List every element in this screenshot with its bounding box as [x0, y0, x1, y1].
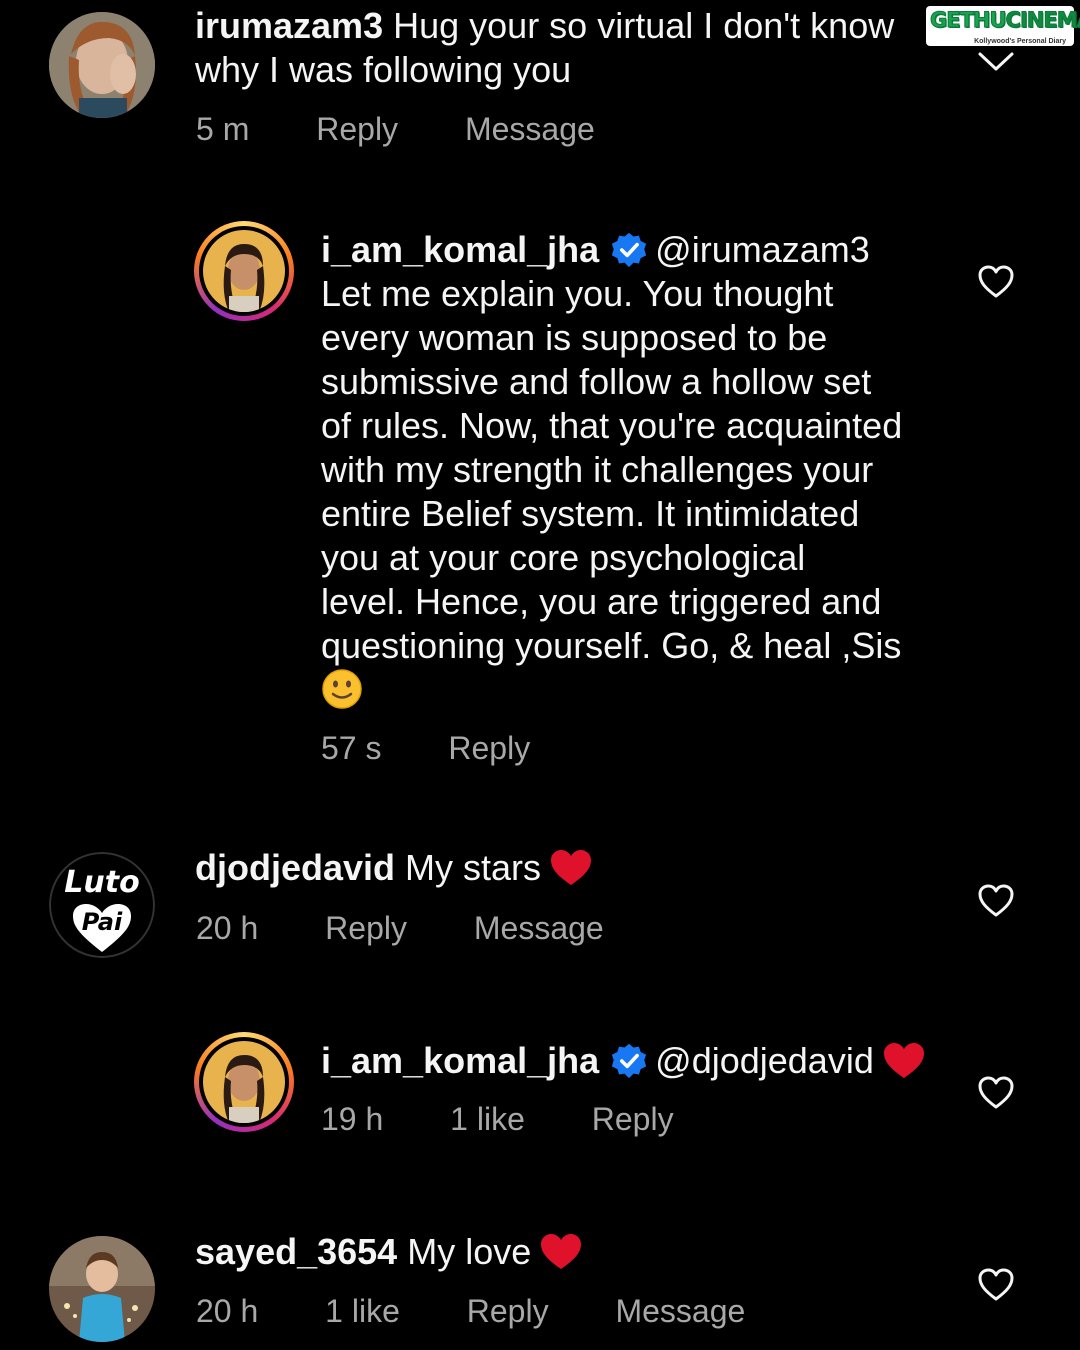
avatar-text-bottom: Pai	[82, 908, 123, 936]
mention-link[interactable]: @djodjedavid	[655, 1040, 874, 1081]
comment-username[interactable]: sayed_3654	[195, 1231, 397, 1272]
message-button[interactable]: Message	[465, 111, 595, 148]
heart-outline-icon[interactable]	[977, 883, 1015, 919]
comment-time: 20 h	[196, 1293, 259, 1329]
reply-button[interactable]: Reply	[448, 730, 530, 767]
reply-time: 19 h	[321, 1101, 384, 1137]
reply-line: every woman is supposed to be	[321, 317, 828, 358]
reply-line: of rules. Now, that you're acquainted	[321, 405, 903, 446]
comment-text: Hug your so virtual I don't know	[393, 5, 895, 46]
comment-body: irumazam3 Hug your so virtual I don't kn…	[195, 4, 935, 92]
reply-line: with my strength it challenges your	[321, 449, 874, 490]
likes-count[interactable]: 1 like	[325, 1293, 400, 1330]
slightly-smiling-face-icon	[322, 669, 362, 709]
reply-line: questioning yourself. Go, & heal ,Sis	[321, 625, 902, 666]
reply-line: you at your core psychological	[321, 537, 806, 578]
comment-time: 5 m	[196, 111, 250, 147]
reply-body: i_am_komal_jha @irumazam3 Let me explain…	[321, 228, 961, 714]
heart-outline-icon[interactable]	[977, 1267, 1015, 1303]
reply-button[interactable]: Reply	[325, 910, 407, 947]
avatar[interactable]	[49, 12, 155, 118]
gethucinema-watermark: GETHUCINEMA Kollywood's Personal Diary	[926, 6, 1080, 46]
reply-meta: 57 s Reply	[321, 730, 588, 767]
chevron-down-icon[interactable]	[977, 44, 1015, 74]
reply-line: entire Belief system. It intimidated	[321, 493, 860, 534]
avatar[interactable]: Luto Pai	[49, 852, 155, 958]
comment-body: sayed_3654 My love	[195, 1230, 935, 1274]
reply-line: Let me explain you. You thought	[321, 273, 834, 314]
comment-meta: 20 h 1 like Reply Message	[196, 1293, 803, 1330]
reply-username[interactable]: i_am_komal_jha	[321, 229, 599, 270]
reply-line: level. Hence, you are triggered and	[321, 581, 882, 622]
red-heart-icon	[541, 1234, 582, 1269]
verified-badge-icon	[612, 1043, 647, 1079]
avatar-text-top: Luto	[64, 865, 139, 900]
reply-button[interactable]: Reply	[592, 1101, 674, 1138]
message-button[interactable]: Message	[474, 910, 604, 947]
watermark-brand: GETHUCINEMA	[930, 8, 1080, 33]
reply-meta: 19 h 1 like Reply	[321, 1101, 732, 1138]
red-heart-icon	[551, 850, 592, 885]
comment-text: My stars	[405, 847, 542, 888]
reply-button[interactable]: Reply	[316, 111, 398, 148]
avatar[interactable]	[194, 221, 294, 321]
reply-body: i_am_komal_jha @djodjedavid	[321, 1039, 971, 1083]
reply-button[interactable]: Reply	[467, 1293, 549, 1330]
red-heart-icon	[883, 1043, 924, 1078]
reply-line: submissive and follow a hollow set	[321, 361, 872, 402]
comment-meta: 20 h Reply Message	[196, 910, 662, 947]
comment-username[interactable]: djodjedavid	[195, 847, 395, 888]
comment-username[interactable]: irumazam3	[195, 5, 383, 46]
message-button[interactable]: Message	[615, 1293, 745, 1330]
heart-outline-icon[interactable]	[977, 1075, 1015, 1111]
mention-link[interactable]: @irumazam3	[655, 229, 870, 270]
reply-username[interactable]: i_am_komal_jha	[321, 1040, 599, 1081]
comment-text: My love	[407, 1231, 532, 1272]
comment-body: djodjedavid My stars	[195, 846, 935, 890]
avatar[interactable]	[194, 1032, 294, 1132]
verified-badge-icon	[612, 232, 647, 268]
reply-time: 57 s	[321, 730, 382, 766]
avatar[interactable]	[49, 1236, 155, 1342]
comment-meta: 5 m Reply Message	[196, 111, 653, 148]
comment-time: 20 h	[196, 910, 259, 946]
likes-count[interactable]: 1 like	[450, 1101, 525, 1138]
comment-text-continued: why I was following you	[195, 49, 572, 90]
heart-outline-icon[interactable]	[977, 264, 1015, 300]
